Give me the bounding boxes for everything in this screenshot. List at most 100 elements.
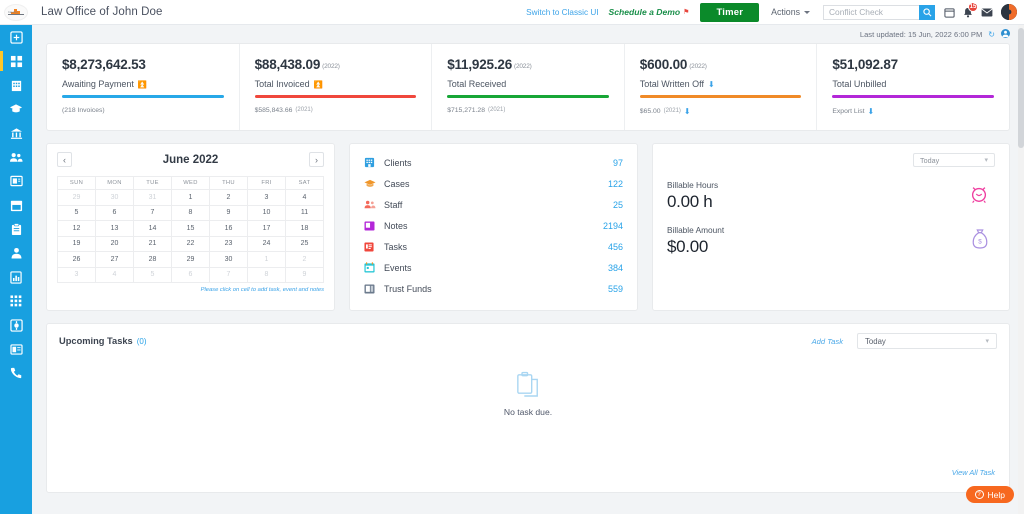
refresh-icon[interactable]: ↻ [988, 30, 995, 39]
sidebar-item-dashboard[interactable] [0, 49, 32, 73]
calendar-day-cell[interactable]: 1 [248, 252, 286, 268]
calendar-day-cell[interactable]: 14 [134, 221, 172, 237]
view-all-task-link[interactable]: View All Task [952, 468, 995, 477]
sidebar-item-courts[interactable] [0, 121, 32, 145]
calendar-day-cell[interactable]: 27 [96, 252, 134, 268]
calendar-day-cell[interactable]: 5 [134, 267, 172, 283]
calendar-next-button[interactable]: › [309, 152, 324, 167]
user-avatar[interactable] [1001, 4, 1017, 20]
sidebar-item-staff[interactable] [0, 145, 32, 169]
stat-amount-value: $51,092.87 [832, 57, 898, 72]
calendar-day-cell[interactable]: 10 [248, 205, 286, 221]
calendar-day-cell[interactable]: 30 [96, 190, 134, 206]
external-link-icon[interactable]: ⏫ [138, 80, 147, 89]
calendar-day-cell[interactable]: 2 [210, 190, 248, 206]
calendar-day-cell[interactable]: 24 [248, 236, 286, 252]
entity-row-notes[interactable]: Notes 2194 [364, 215, 623, 236]
calendar-day-cell[interactable]: 7 [134, 205, 172, 221]
account-icon[interactable] [1001, 28, 1010, 40]
calendar-day-cell[interactable]: 19 [58, 236, 96, 252]
entity-row-staff[interactable]: Staff 25 [364, 194, 623, 215]
calendar-day-cell[interactable]: 31 [134, 190, 172, 206]
timer-button[interactable]: Timer [700, 2, 760, 22]
stat-color-bar [832, 95, 994, 98]
entity-row-trust-funds[interactable]: Trust Funds 559 [364, 278, 623, 299]
envelope-icon[interactable] [981, 7, 993, 17]
schedule-demo-link[interactable]: Schedule a Demo [609, 7, 681, 17]
calendar-day-cell[interactable]: 3 [248, 190, 286, 206]
calendar-day-cell[interactable]: 29 [172, 252, 210, 268]
external-link-icon[interactable]: ⏫ [314, 80, 323, 89]
page-scrollbar-thumb[interactable] [1018, 28, 1024, 148]
app-logo[interactable]: CaseFox [0, 0, 32, 25]
calendar-day-cell[interactable]: 18 [286, 221, 323, 237]
calendar-day-cell[interactable]: 28 [134, 252, 172, 268]
sidebar-item-cases[interactable] [0, 97, 32, 121]
calendar-day-cell[interactable]: 8 [248, 267, 286, 283]
calendar-day-cell[interactable]: 1 [172, 190, 210, 206]
calendar-day-cell[interactable]: 4 [96, 267, 134, 283]
help-button[interactable]: ? Help [965, 486, 1014, 503]
download-icon[interactable]: ⬇ [708, 80, 715, 89]
calendar-day-cell[interactable]: 17 [248, 221, 286, 237]
entity-label: Clients [384, 157, 412, 168]
calendar-day-cell[interactable]: 23 [210, 236, 248, 252]
sidebar-item-clients[interactable] [0, 73, 32, 97]
calendar-day-cell[interactable]: 21 [134, 236, 172, 252]
sidebar-item-notes[interactable] [0, 169, 32, 193]
export-list-link[interactable]: Export List [832, 108, 864, 115]
calendar-day-cell[interactable]: 6 [96, 205, 134, 221]
sidebar-item-phone[interactable] [0, 361, 32, 385]
actions-menu-button[interactable]: Actions [771, 7, 810, 17]
calendar-day-cell[interactable]: 30 [210, 252, 248, 268]
calendar-day-cell[interactable]: 16 [210, 221, 248, 237]
calendar-day-cell[interactable]: 29 [58, 190, 96, 206]
sidebar-item-settings[interactable] [0, 313, 32, 337]
calendar-day-cell[interactable]: 12 [58, 221, 96, 237]
stat-subtext-row: Export List ⬇ [832, 107, 994, 116]
download-icon[interactable]: ⬇ [684, 107, 691, 116]
calendar-day-cell[interactable]: 9 [210, 205, 248, 221]
sidebar-item-reports[interactable] [0, 265, 32, 289]
calendar-day-cell[interactable]: 2 [286, 252, 323, 268]
calendar-hint-text: Please click on cell to add task, event … [200, 287, 324, 293]
calendar-day-cell[interactable]: 20 [96, 236, 134, 252]
calendar-day-cell[interactable]: 8 [172, 205, 210, 221]
add-task-link[interactable]: Add Task [812, 337, 843, 346]
weekday-label: TUE [134, 177, 172, 190]
calendar-day-cell[interactable]: 9 [286, 268, 323, 283]
entity-row-cases[interactable]: Cases 122 [364, 173, 623, 194]
calendar-day-cell[interactable]: 11 [286, 206, 323, 221]
calendar-prev-button[interactable]: ‹ [57, 152, 72, 167]
sidebar-item-billing[interactable] [0, 337, 32, 361]
calendar-day-cell[interactable]: 4 [286, 190, 323, 206]
calendar-day-cell[interactable]: 7 [210, 267, 248, 283]
search-input[interactable] [823, 4, 919, 20]
calendar-icon[interactable] [944, 7, 955, 18]
sidebar-item-apps[interactable] [0, 289, 32, 313]
calendar-day-cell[interactable]: 5 [58, 205, 96, 221]
sidebar-item-calendar[interactable] [0, 193, 32, 217]
calendar-day-cell[interactable]: 15 [172, 221, 210, 237]
entity-count: 122 [607, 178, 623, 189]
entity-row-events[interactable]: Events 384 [364, 257, 623, 278]
sidebar-item-contacts[interactable] [0, 241, 32, 265]
entity-row-clients[interactable]: Clients 97 [364, 152, 623, 173]
download-icon[interactable]: ⬇ [867, 107, 874, 116]
calendar-day-cell[interactable]: 22 [172, 236, 210, 252]
sidebar-item-add-new[interactable] [0, 25, 32, 49]
switch-to-classic-ui-link[interactable]: Switch to Classic UI [526, 8, 598, 17]
billable-period-select[interactable]: Today ▾ [913, 153, 995, 167]
upcoming-tasks-widget: Upcoming Tasks (0) Add Task Today ▾ No t… [46, 323, 1010, 493]
entity-row-tasks[interactable]: Tasks 456 [364, 236, 623, 257]
search-icon[interactable] [919, 4, 935, 20]
calendar-day-cell[interactable]: 25 [286, 237, 323, 252]
billable-amount-value: $0.00 [667, 237, 709, 256]
calendar-day-cell[interactable]: 13 [96, 221, 134, 237]
tasks-period-select[interactable]: Today ▾ [857, 333, 997, 349]
sidebar-item-tasks[interactable] [0, 217, 32, 241]
calendar-day-cell[interactable]: 6 [172, 267, 210, 283]
bell-icon[interactable]: 15 [963, 1, 978, 18]
calendar-day-cell[interactable]: 26 [58, 252, 96, 268]
calendar-day-cell[interactable]: 3 [58, 267, 96, 283]
